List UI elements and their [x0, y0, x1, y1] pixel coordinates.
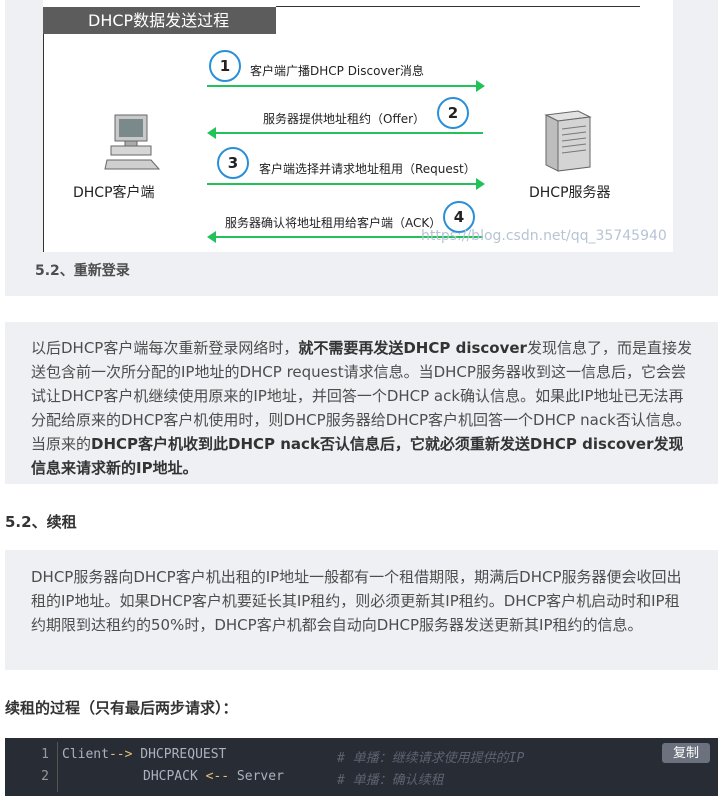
divider: [276, 6, 640, 7]
step-label-1: 客户端广播DHCP Discover消息: [250, 64, 424, 78]
section-heading: 5.2、重新登录: [35, 263, 130, 279]
step-label-3: 客户端选择并请求地址租用（Request）: [259, 162, 476, 176]
diagram-title: DHCP数据发送过程: [43, 7, 276, 34]
quote-bold: DHCP客户机收到此DHCP nack否认信息后，它就必须重新发送DHCP di…: [31, 435, 684, 477]
blockquote-renew: DHCP服务器向DHCP客户机出租的IP地址一般都有一个租借期限，期满后DHCP…: [5, 550, 718, 670]
arrow-right: [207, 80, 485, 92]
code-block: 1 2 Client--> DHCPREQUEST # 单播：继续请求使用提供的…: [5, 738, 718, 796]
watermark: https://blog.csdn.net/qq_35745940: [421, 228, 667, 244]
line-number: 2: [41, 769, 49, 784]
server-icon: [544, 110, 592, 172]
quote-bold: 就不需要再发送DHCP discover: [298, 339, 527, 357]
section-heading-renew: 5.2、续租: [5, 513, 77, 531]
copy-button[interactable]: 复制: [662, 743, 710, 763]
code-comment-2: # 单播：确认续租: [337, 773, 444, 788]
diagram-block: DHCP数据发送过程 DHCP客户端 DHCP服务器 1 客户端广播DHCP D…: [5, 0, 718, 296]
gutter-divider: [57, 742, 58, 792]
quote-text: DHCP服务器向DHCP客户机出租的IP地址一般都有一个租借期限，期满后DHCP…: [31, 568, 682, 634]
code-line-1: Client--> DHCPREQUEST: [62, 747, 227, 762]
step-label-4: 服务器确认将地址租用给客户端（ACK）: [225, 216, 442, 230]
arrow-left: [207, 127, 483, 139]
step-label-2: 服务器提供地址租约（Offer）: [263, 112, 426, 126]
line-number: 1: [41, 747, 49, 762]
divider: [43, 34, 44, 252]
step-number-3: 3: [217, 147, 249, 179]
quote-text: 以后DHCP客户端每次重新登录网络时，: [31, 339, 299, 357]
step-number-1: 1: [209, 50, 241, 82]
computer-icon: [104, 114, 161, 170]
step-number-2: 2: [437, 97, 469, 129]
blockquote-relogin: 以后DHCP客户端每次重新登录网络时，就不需要再发送DHCP discover发…: [5, 322, 718, 484]
arrow-right: [207, 178, 485, 190]
code-line-2: DHCPACK <-- Server: [143, 769, 284, 784]
client-label: DHCP客户端: [73, 185, 155, 201]
renew-process-heading: 续租的过程（只有最后两步请求）：: [5, 699, 238, 717]
server-label: DHCP服务器: [529, 185, 611, 201]
code-comment-1: # 单播：继续请求使用提供的IP: [337, 751, 525, 766]
dhcp-diagram-image: DHCP数据发送过程 DHCP客户端 DHCP服务器 1 客户端广播DHCP D…: [43, 0, 673, 252]
